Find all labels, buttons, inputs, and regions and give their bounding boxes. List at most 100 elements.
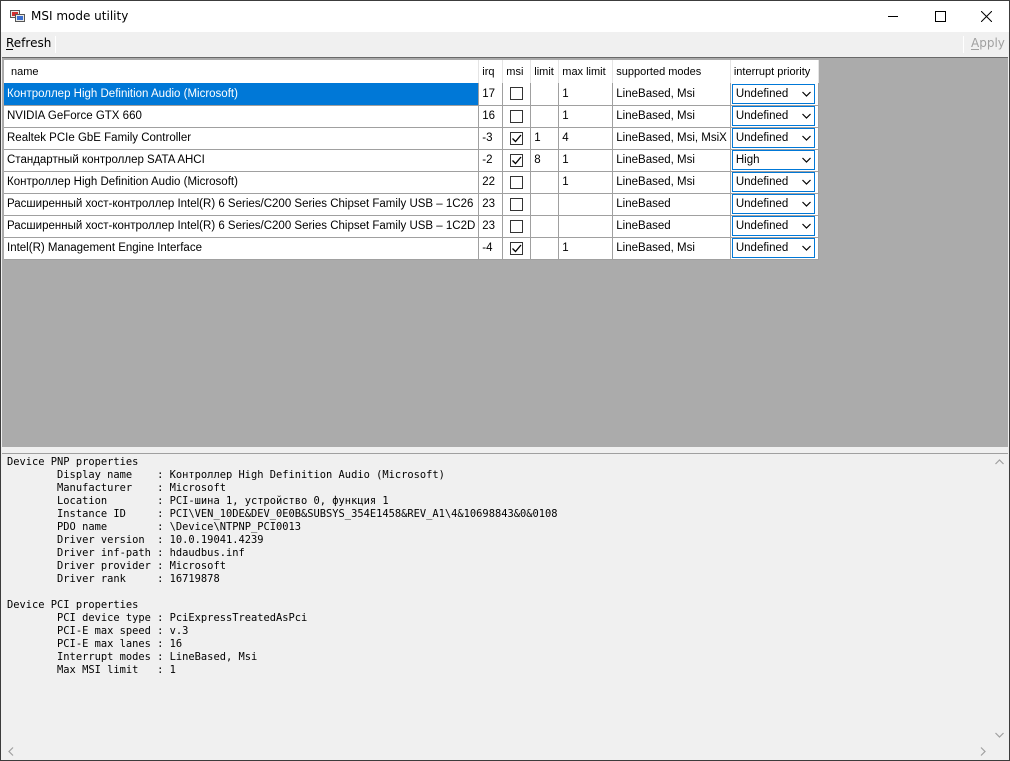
device-details-panel: Device PNP properties Display name : Кон… — [2, 453, 1008, 760]
msi-cell[interactable] — [502, 83, 532, 106]
interrupt-priority-cell[interactable]: High — [730, 149, 819, 172]
msi-checkbox[interactable] — [510, 241, 524, 255]
vertical-scrollbar[interactable] — [991, 454, 1008, 744]
msi-cell[interactable] — [502, 105, 532, 128]
msi-cell[interactable] — [502, 149, 532, 172]
irq-cell[interactable]: 16 — [478, 105, 504, 128]
msi-cell[interactable] — [502, 171, 532, 194]
interrupt-priority-cell[interactable]: Undefined — [730, 193, 819, 216]
maximize-button[interactable] — [917, 1, 963, 32]
limit-cell[interactable] — [530, 237, 560, 260]
irq-cell[interactable]: -4 — [478, 237, 504, 260]
maximize-icon — [934, 11, 946, 22]
interrupt-priority-value: Undefined — [735, 198, 789, 210]
irq-cell[interactable]: 17 — [478, 83, 504, 106]
scroll-down-icon[interactable] — [995, 732, 1004, 738]
column-header-limit[interactable]: limit — [530, 60, 560, 83]
device-row[interactable]: NVIDIA GeForce GTX 660 16 1 LineBased, Msi U… — [4, 105, 819, 128]
title-bar[interactable]: MSI mode utility — [1, 1, 1009, 32]
interrupt-priority-cell[interactable]: Undefined — [730, 215, 819, 238]
limit-cell[interactable]: 1 — [530, 127, 560, 150]
msi-cell[interactable] — [502, 127, 532, 150]
device-row[interactable]: Расширенный хост-контроллер Intel(R) 6 S… — [4, 193, 819, 216]
limit-cell[interactable] — [530, 105, 560, 128]
device-name-cell[interactable]: Intel(R) Management Engine Interface — [4, 237, 480, 260]
msi-checkbox[interactable] — [510, 109, 524, 123]
refresh-button[interactable]: Refresh — [6, 36, 51, 50]
device-row[interactable]: Intel(R) Management Engine Interface -4 1 L… — [4, 237, 819, 260]
interrupt-priority-dropdown[interactable]: Undefined — [731, 128, 815, 148]
irq-cell[interactable]: -3 — [478, 127, 504, 150]
interrupt-priority-cell[interactable]: Undefined — [730, 171, 819, 194]
column-header-msi[interactable]: msi — [502, 60, 532, 83]
column-header-interrupt-priority[interactable]: interrupt priority — [730, 60, 819, 83]
device-name-cell[interactable]: Расширенный хост-контроллер Intel(R) 6 S… — [4, 193, 480, 216]
limit-cell[interactable]: 8 — [530, 149, 560, 172]
chevron-down-icon — [801, 223, 811, 229]
device-name-cell[interactable]: Стандартный контроллер SATA AHCI — [4, 149, 480, 172]
device-name-cell[interactable]: Контроллер High Definition Audio (Micros… — [4, 171, 480, 194]
max-limit-cell: 1 — [558, 105, 614, 128]
interrupt-priority-value: Undefined — [735, 176, 789, 188]
interrupt-priority-dropdown[interactable]: Undefined — [731, 216, 815, 236]
irq-cell[interactable]: 22 — [478, 171, 504, 194]
checkbox-icon — [512, 156, 522, 164]
msi-checkbox[interactable] — [510, 219, 524, 233]
msi-checkbox[interactable] — [510, 153, 524, 167]
device-row[interactable]: Контроллер High Definition Audio (Micros… — [4, 83, 819, 106]
limit-cell[interactable] — [530, 171, 560, 194]
limit-cell[interactable] — [530, 215, 560, 238]
msi-checkbox[interactable] — [510, 197, 524, 211]
minimize-icon — [887, 16, 898, 17]
interrupt-priority-dropdown[interactable]: Undefined — [731, 194, 815, 214]
device-row[interactable]: Контроллер High Definition Audio (Micros… — [4, 171, 819, 194]
msi-cell[interactable] — [502, 215, 532, 238]
scroll-left-icon[interactable] — [8, 747, 14, 756]
grid-header-row: name irq msi limit max limit supported m… — [4, 60, 819, 83]
device-row[interactable]: Стандартный контроллер SATA AHCI -2 8 1 Line… — [4, 149, 819, 172]
device-row[interactable]: Realtek PCIe GbE Family Controller -3 1 4 Li… — [4, 127, 819, 150]
interrupt-priority-cell[interactable]: Undefined — [730, 127, 819, 150]
msi-cell[interactable] — [502, 193, 532, 216]
device-name-cell[interactable]: Контроллер High Definition Audio (Micros… — [4, 83, 480, 106]
column-header-irq[interactable]: irq — [478, 60, 504, 83]
close-button[interactable] — [963, 1, 1009, 32]
device-row[interactable]: Расширенный хост-контроллер Intel(R) 6 S… — [4, 215, 819, 238]
column-header-supported-modes[interactable]: supported modes — [612, 60, 731, 83]
interrupt-priority-cell[interactable]: Undefined — [730, 83, 819, 106]
device-details-text[interactable]: Device PNP properties Display name : Кон… — [7, 456, 558, 677]
interrupt-priority-cell[interactable]: Undefined — [730, 237, 819, 260]
supported-modes-cell: LineBased — [612, 193, 731, 216]
limit-cell[interactable] — [530, 83, 560, 106]
chevron-down-icon — [801, 179, 811, 185]
interrupt-priority-cell[interactable]: Undefined — [730, 105, 819, 128]
checkbox-icon — [512, 134, 522, 142]
msi-cell[interactable] — [502, 237, 532, 260]
scroll-up-icon[interactable] — [995, 459, 1004, 465]
limit-cell[interactable] — [530, 193, 560, 216]
minimize-button[interactable] — [870, 1, 916, 32]
horizontal-scrollbar[interactable] — [2, 743, 991, 760]
interrupt-priority-dropdown[interactable]: Undefined — [731, 172, 815, 192]
msi-checkbox[interactable] — [510, 87, 524, 101]
msi-checkbox[interactable] — [510, 131, 524, 145]
irq-cell[interactable]: 23 — [478, 193, 504, 216]
interrupt-priority-dropdown[interactable]: Undefined — [731, 238, 815, 258]
irq-cell[interactable]: 23 — [478, 215, 504, 238]
scroll-right-icon[interactable] — [980, 747, 986, 756]
interrupt-priority-dropdown[interactable]: Undefined — [731, 83, 815, 104]
device-name-cell[interactable]: Realtek PCIe GbE Family Controller — [4, 127, 480, 150]
device-grid-area: name irq msi limit max limit supported m… — [2, 57, 1008, 447]
device-name-cell[interactable]: Расширенный хост-контроллер Intel(R) 6 S… — [4, 215, 480, 238]
apply-button[interactable]: Apply — [971, 36, 1005, 50]
app-window: MSI mode utility Refresh Apply name irq … — [0, 0, 1010, 761]
msi-checkbox[interactable] — [510, 175, 524, 189]
interrupt-priority-dropdown[interactable]: Undefined — [731, 106, 815, 126]
supported-modes-cell: LineBased, Msi — [612, 105, 731, 128]
device-name-cell[interactable]: NVIDIA GeForce GTX 660 — [4, 105, 480, 128]
interrupt-priority-dropdown[interactable]: High — [731, 150, 815, 170]
column-header-max-limit[interactable]: max limit — [558, 60, 614, 83]
irq-cell[interactable]: -2 — [478, 149, 504, 172]
apply-accelerator-underline — [971, 49, 979, 50]
column-header-name[interactable]: name — [4, 60, 480, 83]
